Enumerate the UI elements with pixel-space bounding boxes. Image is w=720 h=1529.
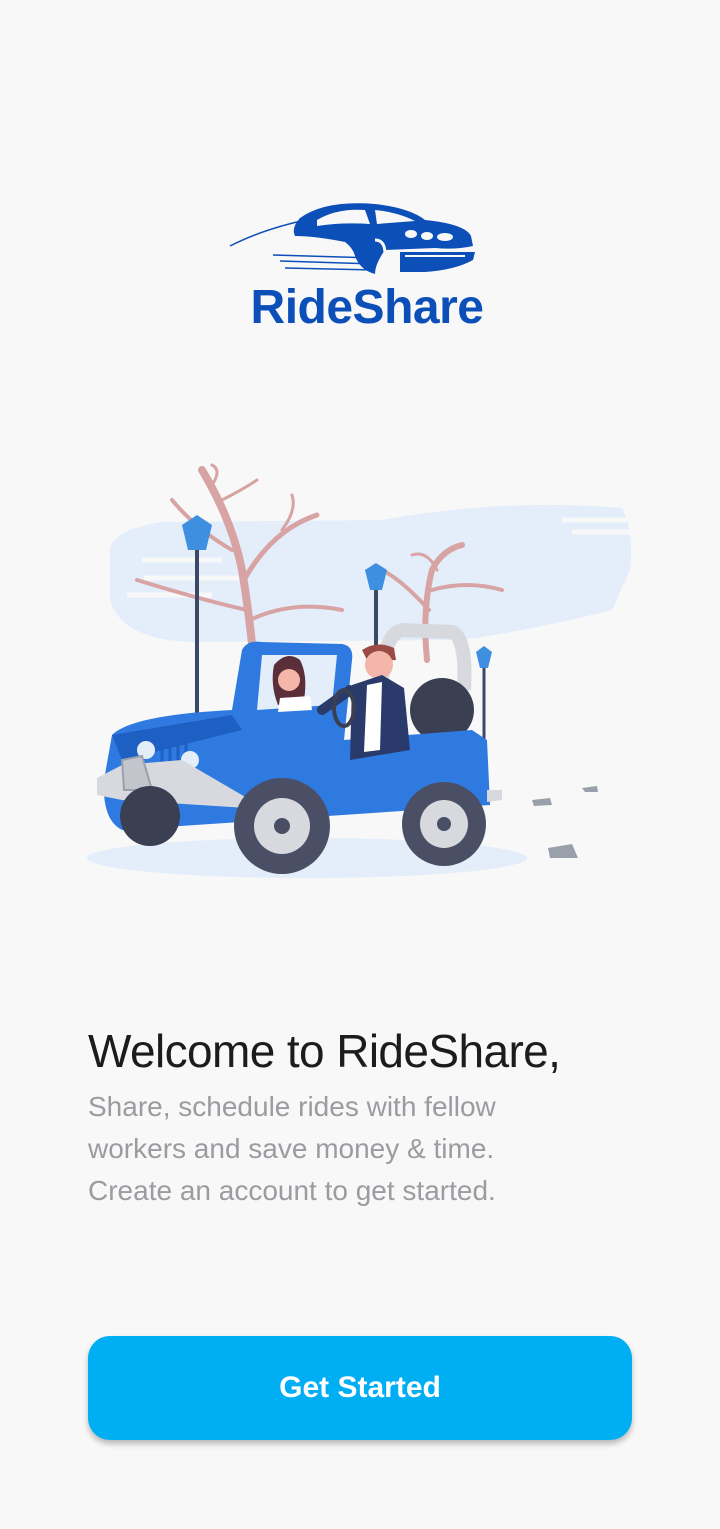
description-line: Create an account to get started. [88,1175,496,1206]
car-logo-icon [229,203,475,276]
description-line: Share, schedule rides with fellow [88,1091,496,1122]
jeep-illustration [87,463,632,878]
welcome-description: Share, schedule rides with fellow worker… [88,1086,648,1212]
brand-name: RideShare [250,281,484,334]
app-logo: RideShare [225,198,500,338]
description-line: workers and save money & time. [88,1133,495,1164]
get-started-button[interactable]: Get Started [88,1336,632,1440]
welcome-title: Welcome to RideShare, [88,1025,561,1077]
hero-illustration [82,460,642,890]
